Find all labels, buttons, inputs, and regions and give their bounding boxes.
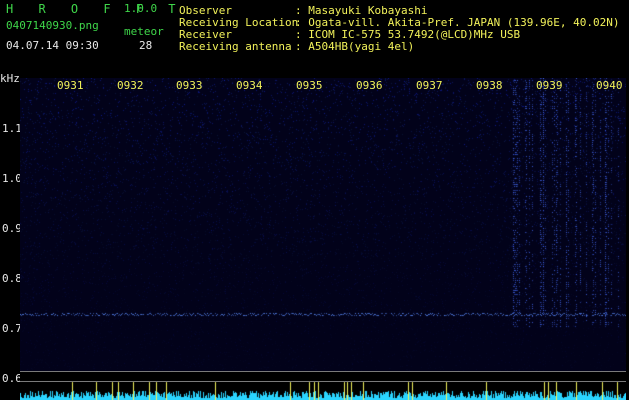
- y-tick-label: 0.8: [2, 272, 22, 285]
- meteor-count: 28: [139, 39, 153, 52]
- app-version: 1.0.0: [124, 2, 158, 15]
- meteor-label: meteor: [124, 25, 164, 38]
- time-tick-label: 0933: [176, 79, 203, 92]
- info-label-antenna: Receiving antenna: [179, 40, 292, 53]
- y-tick-label: 0.7: [2, 322, 22, 335]
- time-tick-label: 0935: [296, 79, 323, 92]
- y-tick-label: 0.6: [2, 372, 22, 385]
- time-tick-label: 0931: [57, 79, 84, 92]
- spectrogram: [20, 78, 626, 372]
- detection-bar-strip: [20, 372, 626, 400]
- time-tick-label: 0939: [536, 79, 563, 92]
- y-tick-label: 0.9: [2, 222, 22, 235]
- info-value-antenna: : A504HB(yagi 4el): [295, 40, 415, 53]
- time-tick-label: 0937: [416, 79, 443, 92]
- observation-datetime: 04.07.14 09:30: [6, 39, 99, 52]
- app-title: H R O F F T: [6, 2, 185, 16]
- y-tick-label: 1.1: [2, 122, 22, 135]
- separator-line: [20, 381, 626, 382]
- file-name: 0407140930.png: [6, 19, 99, 32]
- time-tick-label: 0936: [356, 79, 383, 92]
- time-tick-label: 0938: [476, 79, 503, 92]
- time-tick-label: 0934: [236, 79, 263, 92]
- axis-unit-label: kHz: [0, 72, 20, 85]
- time-tick-label: 0932: [117, 79, 144, 92]
- time-tick-label: 0940: [596, 79, 623, 92]
- y-tick-label: 1.0: [2, 172, 22, 185]
